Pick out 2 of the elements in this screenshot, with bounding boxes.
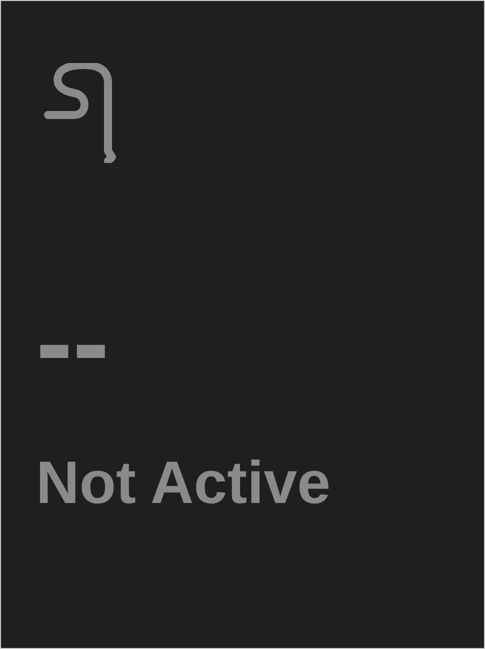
state-text: Not Active <box>36 453 332 513</box>
value-text: -- <box>36 313 110 373</box>
